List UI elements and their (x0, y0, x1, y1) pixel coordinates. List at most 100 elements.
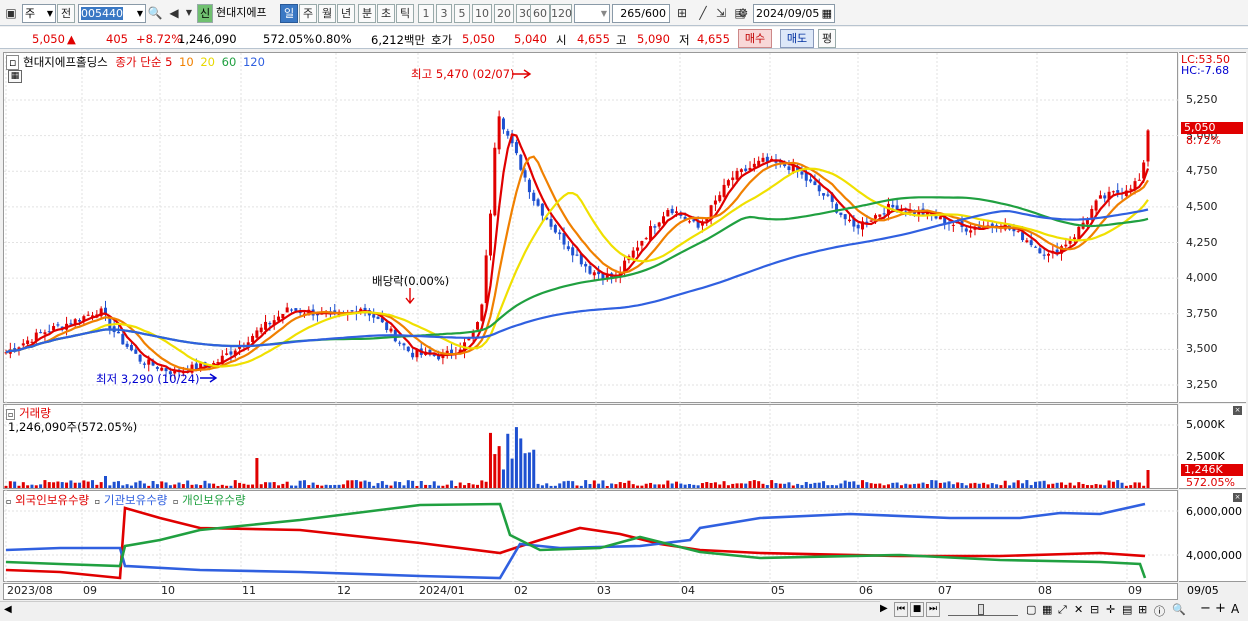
zoom-in-icon[interactable]: + (1215, 601, 1226, 616)
volume-bar (78, 482, 82, 488)
volume-bar (294, 485, 298, 488)
chart-icon[interactable]: ▦ (1042, 603, 1052, 616)
candle-body (631, 250, 635, 258)
grid-icon[interactable]: ▤ (1122, 603, 1132, 616)
volume-bar (186, 480, 190, 488)
scroll-left-icon[interactable]: ◀ (4, 604, 12, 615)
candle-body (1111, 191, 1115, 193)
candle-body (558, 232, 562, 235)
volume-bar (653, 484, 657, 488)
scroll-right-icon[interactable]: ▶ (880, 603, 888, 614)
fit-icon[interactable]: ⤢ (1058, 603, 1067, 617)
stop-icon[interactable]: ■ (910, 602, 924, 617)
candle-body (969, 230, 973, 233)
candle-body (718, 195, 722, 202)
volume-bar (956, 482, 960, 488)
candle-body (873, 215, 877, 219)
volume-bar (272, 482, 276, 488)
volume-bar (220, 484, 224, 488)
volume-bar (592, 480, 596, 488)
zoom-slider[interactable] (948, 604, 1018, 616)
price-tick: 3,250 (1186, 378, 1218, 391)
table-view-icon[interactable]: ▦ (8, 70, 22, 83)
price-tick: 4,250 (1186, 235, 1218, 249)
volume-bar (969, 483, 973, 488)
volume-bar (1077, 482, 1081, 488)
time-label: 04 (681, 584, 695, 597)
volume-bar (1146, 470, 1150, 488)
close-panel-icon[interactable]: × (1233, 406, 1242, 415)
candle-body (350, 310, 354, 312)
volume-bar (895, 482, 899, 488)
slider-handle[interactable] (978, 604, 984, 615)
candle-body (142, 363, 146, 365)
zoom-out-icon[interactable]: − (1200, 601, 1211, 616)
candle-body (290, 309, 293, 311)
cross-icon[interactable]: ✕ (1074, 603, 1083, 616)
filter-icon[interactable]: ⊟ (1090, 603, 1099, 616)
info-icon[interactable]: ⓘ (1154, 603, 1165, 619)
volume-bar (484, 481, 488, 488)
search-icon[interactable]: 🔍 (1172, 603, 1186, 616)
volume-bar (752, 480, 756, 488)
candle-body (372, 314, 376, 318)
font-icon[interactable]: A (1231, 602, 1239, 616)
time-label: 2023/08 (7, 584, 53, 597)
candle-body (964, 228, 968, 232)
candle-body (229, 351, 233, 355)
volume-bar (147, 485, 151, 488)
candle-body (1103, 195, 1107, 199)
volume-bar (1137, 482, 1141, 488)
candle-body (787, 166, 791, 171)
volume-bar (116, 481, 120, 488)
chart-canvas[interactable] (0, 0, 1248, 600)
candle-body (1038, 248, 1042, 254)
volume-bar (168, 485, 172, 488)
ma20-legend: 20 (200, 55, 215, 69)
volume-bar (367, 481, 371, 488)
volume-bar (778, 483, 782, 488)
volume-bar (142, 483, 146, 488)
volume-bar (4, 485, 8, 488)
holding-legend-box-3: ▫ (173, 497, 179, 506)
candle-body (636, 247, 640, 251)
volume-bar (129, 485, 133, 488)
crosshair-icon[interactable]: ✛ (1106, 603, 1115, 616)
time-label: 05 (771, 584, 785, 597)
volume-bar (809, 483, 813, 488)
volume-bar (964, 485, 968, 488)
scrollbar[interactable]: ◀ (0, 601, 880, 620)
volume-bar (886, 484, 890, 488)
fast-forward-icon[interactable]: ⏭ (926, 602, 940, 617)
volume-bar (354, 480, 358, 488)
compare-icon[interactable]: ▢ (1026, 603, 1036, 616)
volume-bar (1107, 480, 1111, 488)
volume-bar (173, 484, 177, 488)
candle-body (47, 331, 51, 333)
volume-bar (1098, 484, 1102, 488)
volume-bar (441, 485, 445, 488)
volume-tick-2500k: 2,500K (1186, 450, 1225, 463)
volume-bars (4, 427, 1150, 488)
candle-body (1064, 244, 1068, 247)
label-icon[interactable]: ⊞ (1138, 603, 1147, 616)
volume-tick-5000k: 5,000K (1186, 418, 1225, 431)
candle-body (670, 208, 674, 214)
volume-bar (350, 480, 354, 488)
rewind-icon[interactable]: ⏮ (894, 602, 908, 617)
time-label: 07 (938, 584, 952, 597)
volume-bar (662, 484, 666, 488)
close-panel-icon[interactable]: × (1233, 493, 1242, 502)
volume-bar (1021, 483, 1025, 488)
volume-bar (951, 484, 955, 488)
ma-line-120 (5, 208, 1149, 354)
candle-body (277, 316, 281, 321)
candle-body (411, 352, 415, 358)
volume-bar (631, 484, 635, 488)
candle-body (575, 254, 579, 256)
candle-body (43, 332, 47, 335)
candle-body (644, 238, 648, 240)
low-arrow-icon (200, 373, 218, 383)
volume-bar (579, 485, 583, 488)
volume-bar (921, 482, 925, 488)
